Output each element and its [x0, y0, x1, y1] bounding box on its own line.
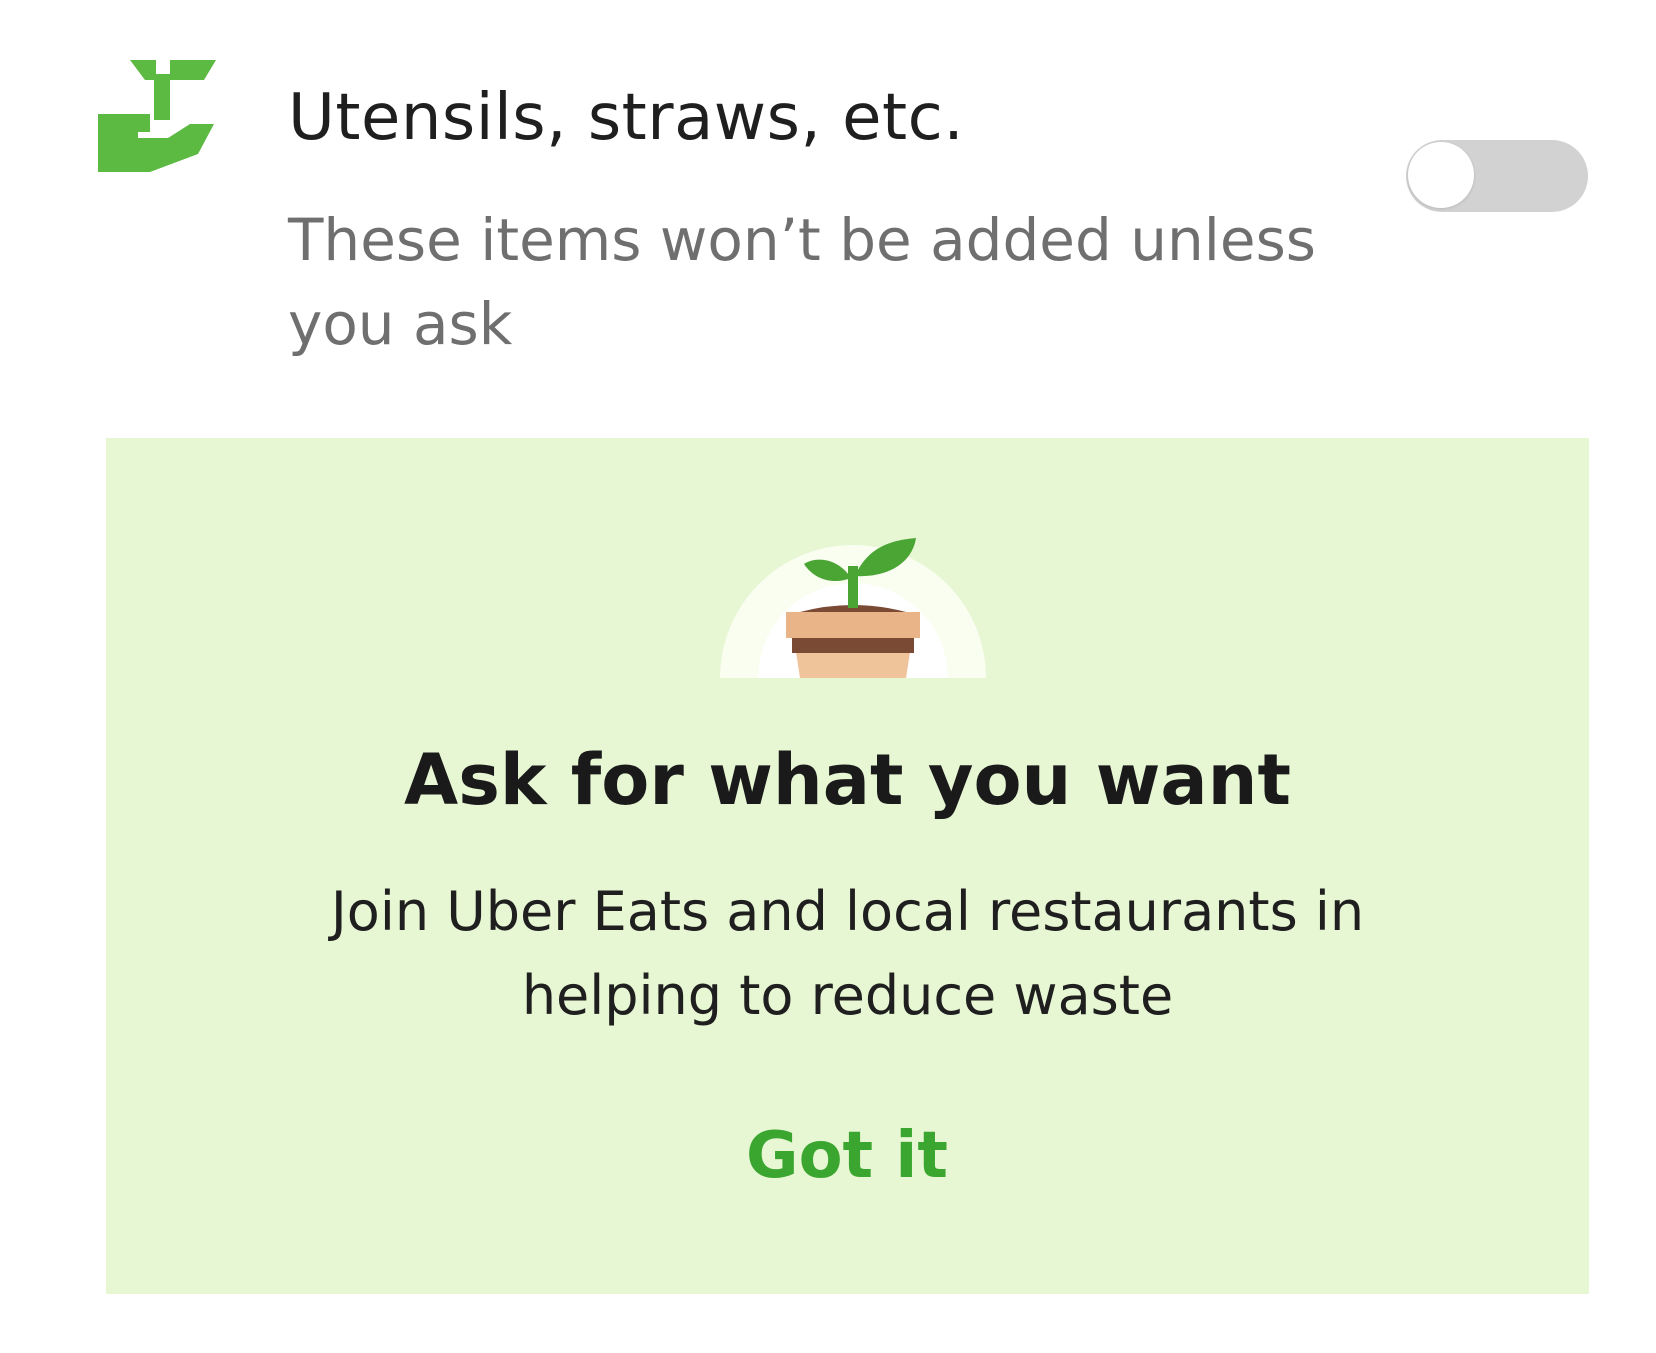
- potted-sprout-illustration: [720, 538, 986, 678]
- promo-body: Join Uber Eats and local restaurants in …: [330, 880, 1365, 1027]
- option-title: Utensils, straws, etc.: [288, 81, 965, 155]
- reduce-waste-promo-card: Ask for what you want Join Uber Eats and…: [106, 438, 1589, 1294]
- promo-title: Ask for what you want: [404, 739, 1291, 821]
- sprout-in-hand-icon: [98, 60, 216, 172]
- option-subtitle: These items won’t be added unless you as…: [288, 206, 1316, 358]
- toggle-knob: [1408, 142, 1474, 208]
- utensils-option-row: Utensils, straws, etc. These items won’t…: [0, 0, 1656, 420]
- got-it-button[interactable]: Got it: [697, 1108, 997, 1204]
- utensils-toggle[interactable]: [1406, 140, 1588, 212]
